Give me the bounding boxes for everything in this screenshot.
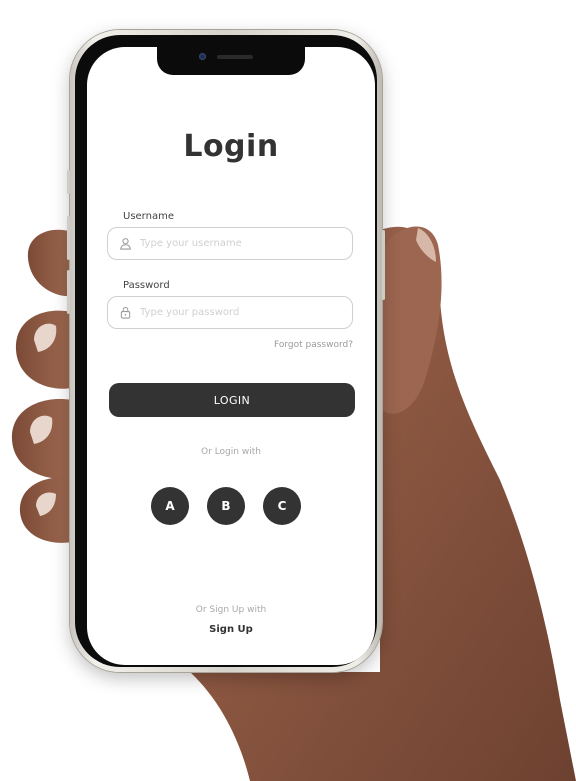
notch [157,47,305,75]
phone-screen: Login Username Password [87,47,375,665]
page-title: Login [183,129,279,164]
mockup-stage: Login Username Password [0,0,576,781]
forgot-password-link[interactable]: Forgot password? [274,340,353,350]
alt-login-text: Or Login with [201,447,261,457]
login-button[interactable]: LOGIN [109,383,355,417]
password-input[interactable] [140,297,345,328]
social-login-button-a[interactable]: A [151,487,189,525]
username-label: Username [123,211,174,222]
camera-icon [199,53,206,60]
phone-bezel: Login Username Password [75,35,377,667]
signup-prompt: Or Sign Up with [195,605,267,615]
mute-switch [67,170,70,194]
social-login-button-c[interactable]: C [263,487,301,525]
social-login-button-b[interactable]: B [207,487,245,525]
lock-icon [120,306,131,319]
volume-down-button [67,270,70,314]
power-button [382,230,385,300]
username-field[interactable] [107,227,353,260]
signup-link[interactable]: Sign Up [87,624,375,635]
user-icon [120,238,131,250]
speaker-grille [217,55,253,59]
phone-frame: Login Username Password [67,30,385,672]
password-field[interactable] [107,296,353,329]
username-input[interactable] [140,228,345,259]
password-label: Password [123,280,170,291]
volume-up-button [67,216,70,260]
